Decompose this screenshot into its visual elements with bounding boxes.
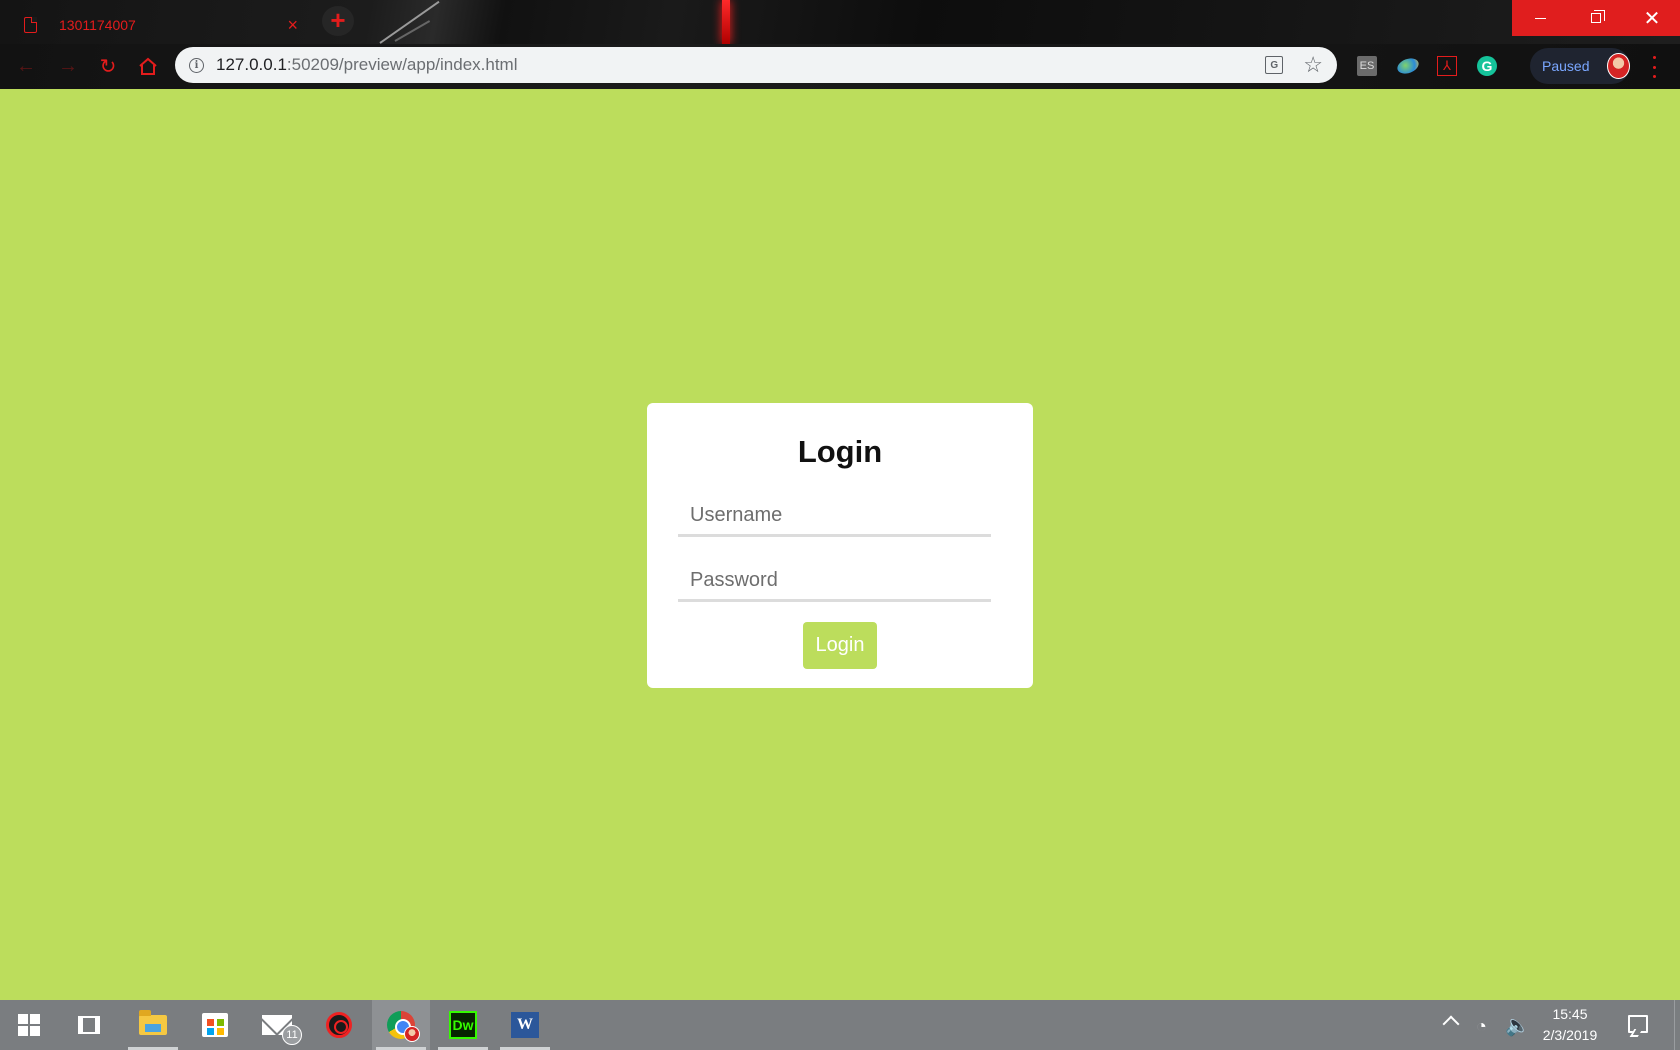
site-info-icon[interactable]: i <box>189 57 204 73</box>
translate-icon[interactable]: G <box>1265 56 1284 74</box>
omnibox-actions: G ☆ <box>1265 54 1323 76</box>
mail-count-badge: 11 <box>282 1025 302 1045</box>
system-clock[interactable]: 15:45 2/3/2019 <box>1535 1004 1605 1046</box>
tab-close-icon[interactable]: × <box>287 15 298 36</box>
globe-extension-button[interactable] <box>1395 54 1421 78</box>
task-view-icon <box>78 1016 100 1034</box>
menu-dot-icon <box>1652 56 1656 59</box>
wallpaper-red-stripe <box>722 0 730 44</box>
avatar <box>1607 53 1630 79</box>
profile-status: Paused <box>1542 58 1590 74</box>
browser-menu-button[interactable] <box>1648 54 1660 80</box>
file-explorer-button[interactable] <box>124 1000 182 1050</box>
word-button[interactable]: W <box>496 1000 554 1050</box>
task-view-button[interactable] <box>60 1000 118 1050</box>
bookmark-star-icon[interactable]: ☆ <box>1303 54 1323 76</box>
browser-titlebar: 1301174007 × + ✕ <box>0 0 1680 44</box>
document-icon <box>24 17 37 33</box>
back-button[interactable]: ← <box>12 52 40 80</box>
profile-button[interactable]: Paused <box>1530 48 1630 84</box>
login-card: Login Login <box>647 403 1033 688</box>
minimize-icon <box>1534 17 1546 19</box>
forward-button[interactable]: → <box>54 52 82 80</box>
password-input[interactable] <box>678 562 991 602</box>
es-extension-icon[interactable]: ES <box>1357 56 1377 76</box>
chrome-taskbar-button[interactable] <box>372 1000 430 1050</box>
back-arrow-icon: ← <box>16 54 36 77</box>
url-host: 127.0.0.1 <box>216 55 287 74</box>
show-hidden-icons-chevron-icon[interactable] <box>1442 1015 1460 1033</box>
login-title: Login <box>797 434 883 469</box>
pdf-extension-icon[interactable]: ⅄ <box>1437 56 1457 76</box>
reload-icon: ↻ <box>99 55 117 78</box>
app-ring-icon <box>326 1012 352 1038</box>
menu-dot-icon <box>1652 65 1656 69</box>
clock-time: 15:45 <box>1552 1006 1588 1022</box>
profile-avatar-icon <box>404 1026 420 1042</box>
clock-date: 2/3/2019 <box>1542 1027 1598 1043</box>
login-button[interactable]: Login <box>803 622 877 669</box>
restore-button[interactable] <box>1568 0 1624 36</box>
word-icon: W <box>511 1012 539 1038</box>
mail-button[interactable]: 11 <box>248 1000 306 1050</box>
dreamweaver-button[interactable]: Dw <box>434 1000 492 1050</box>
tab-title: 1301174007 <box>59 17 136 33</box>
folder-icon <box>139 1010 167 1035</box>
forward-arrow-icon: → <box>58 54 78 77</box>
store-icon <box>202 1013 228 1037</box>
browser-tab[interactable]: 1301174007 × <box>12 6 310 44</box>
close-window-button[interactable]: ✕ <box>1624 0 1680 36</box>
show-desktop-button[interactable] <box>1674 1000 1680 1050</box>
minimize-button[interactable] <box>1512 0 1568 36</box>
window-controls: ✕ <box>1512 0 1680 36</box>
grammarly-extension-icon[interactable]: G <box>1477 56 1497 76</box>
app-button[interactable] <box>310 1000 368 1050</box>
browser-toolbar: ← → ↻ i 127.0.0.1 :50209/preview/app/ind… <box>0 44 1680 89</box>
volume-icon[interactable]: 🔈 <box>1505 1013 1530 1038</box>
page-viewport: Login Login <box>0 89 1680 1000</box>
new-tab-button[interactable]: + <box>322 6 354 36</box>
store-button[interactable] <box>186 1000 244 1050</box>
username-input[interactable] <box>678 497 991 537</box>
url-path: :50209/preview/app/index.html <box>286 55 518 74</box>
dreamweaver-icon: Dw <box>449 1011 477 1039</box>
windows-logo-icon <box>18 1014 40 1036</box>
address-bar[interactable]: i 127.0.0.1 :50209/preview/app/index.htm… <box>175 47 1337 83</box>
restore-icon <box>1591 10 1605 23</box>
home-icon <box>139 57 157 75</box>
taskbar: 11 Dw W ◔ 🔈 15:45 2/3/2019 <box>0 1000 1680 1050</box>
start-button[interactable] <box>0 1000 58 1050</box>
globe-extension-icon <box>1395 55 1421 77</box>
wallpaper-line <box>379 0 440 44</box>
home-button[interactable] <box>134 52 162 80</box>
action-center-icon[interactable] <box>1628 1015 1648 1033</box>
wifi-icon[interactable]: ◔ <box>1476 1016 1487 1037</box>
reload-button[interactable]: ↻ <box>94 52 122 80</box>
wallpaper-line <box>394 20 431 42</box>
menu-dot-icon <box>1652 75 1656 78</box>
